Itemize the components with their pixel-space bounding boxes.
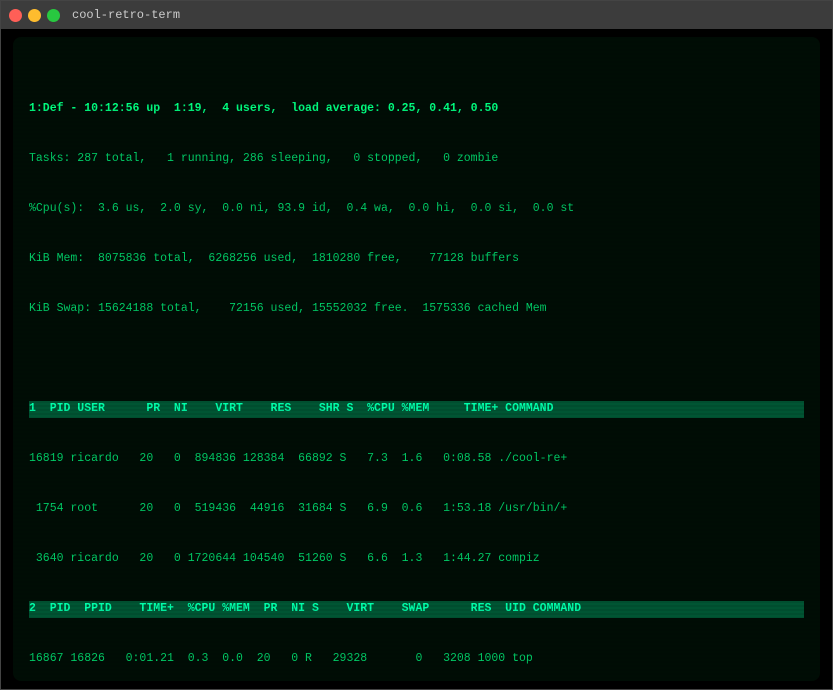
mem-line: KiB Mem: 8075836 total, 6268256 used, 18…	[29, 251, 804, 268]
swap-line: KiB Swap: 15624188 total, 72156 used, 15…	[29, 301, 804, 318]
close-button[interactable]	[9, 9, 22, 22]
s1-row-2: 3640 ricardo 20 0 1720644 104540 51260 S…	[29, 551, 804, 568]
section1-header: 1 PID USER PR NI VIRT RES SHR S %CPU %ME…	[29, 401, 804, 418]
minimize-button[interactable]	[28, 9, 41, 22]
terminal-content: 1:Def - 10:12:56 up 1:19, 4 users, load …	[29, 51, 804, 681]
crt-screen: 1:Def - 10:12:56 up 1:19, 4 users, load …	[13, 37, 820, 681]
maximize-button[interactable]	[47, 9, 60, 22]
window-frame: cool-retro-term 1:Def - 10:12:56 up 1:19…	[0, 0, 833, 690]
window-title: cool-retro-term	[72, 8, 180, 22]
title-bar: cool-retro-term	[1, 1, 832, 29]
uptime-line: 1:Def - 10:12:56 up 1:19, 4 users, load …	[29, 101, 804, 118]
tasks-line: Tasks: 287 total, 1 running, 286 sleepin…	[29, 151, 804, 168]
s1-row-1: 1754 root 20 0 519436 44916 31684 S 6.9 …	[29, 501, 804, 518]
terminal-area: 1:Def - 10:12:56 up 1:19, 4 users, load …	[1, 29, 832, 689]
s1-row-0: 16819 ricardo 20 0 894836 128384 66892 S…	[29, 451, 804, 468]
s2-row-0: 16867 16826 0:01.21 0.3 0.0 20 0 R 29328…	[29, 651, 804, 668]
section2-header: 2 PID PPID TIME+ %CPU %MEM PR NI S VIRT …	[29, 601, 804, 618]
cpu-line: %Cpu(s): 3.6 us, 2.0 sy, 0.0 ni, 93.9 id…	[29, 201, 804, 218]
